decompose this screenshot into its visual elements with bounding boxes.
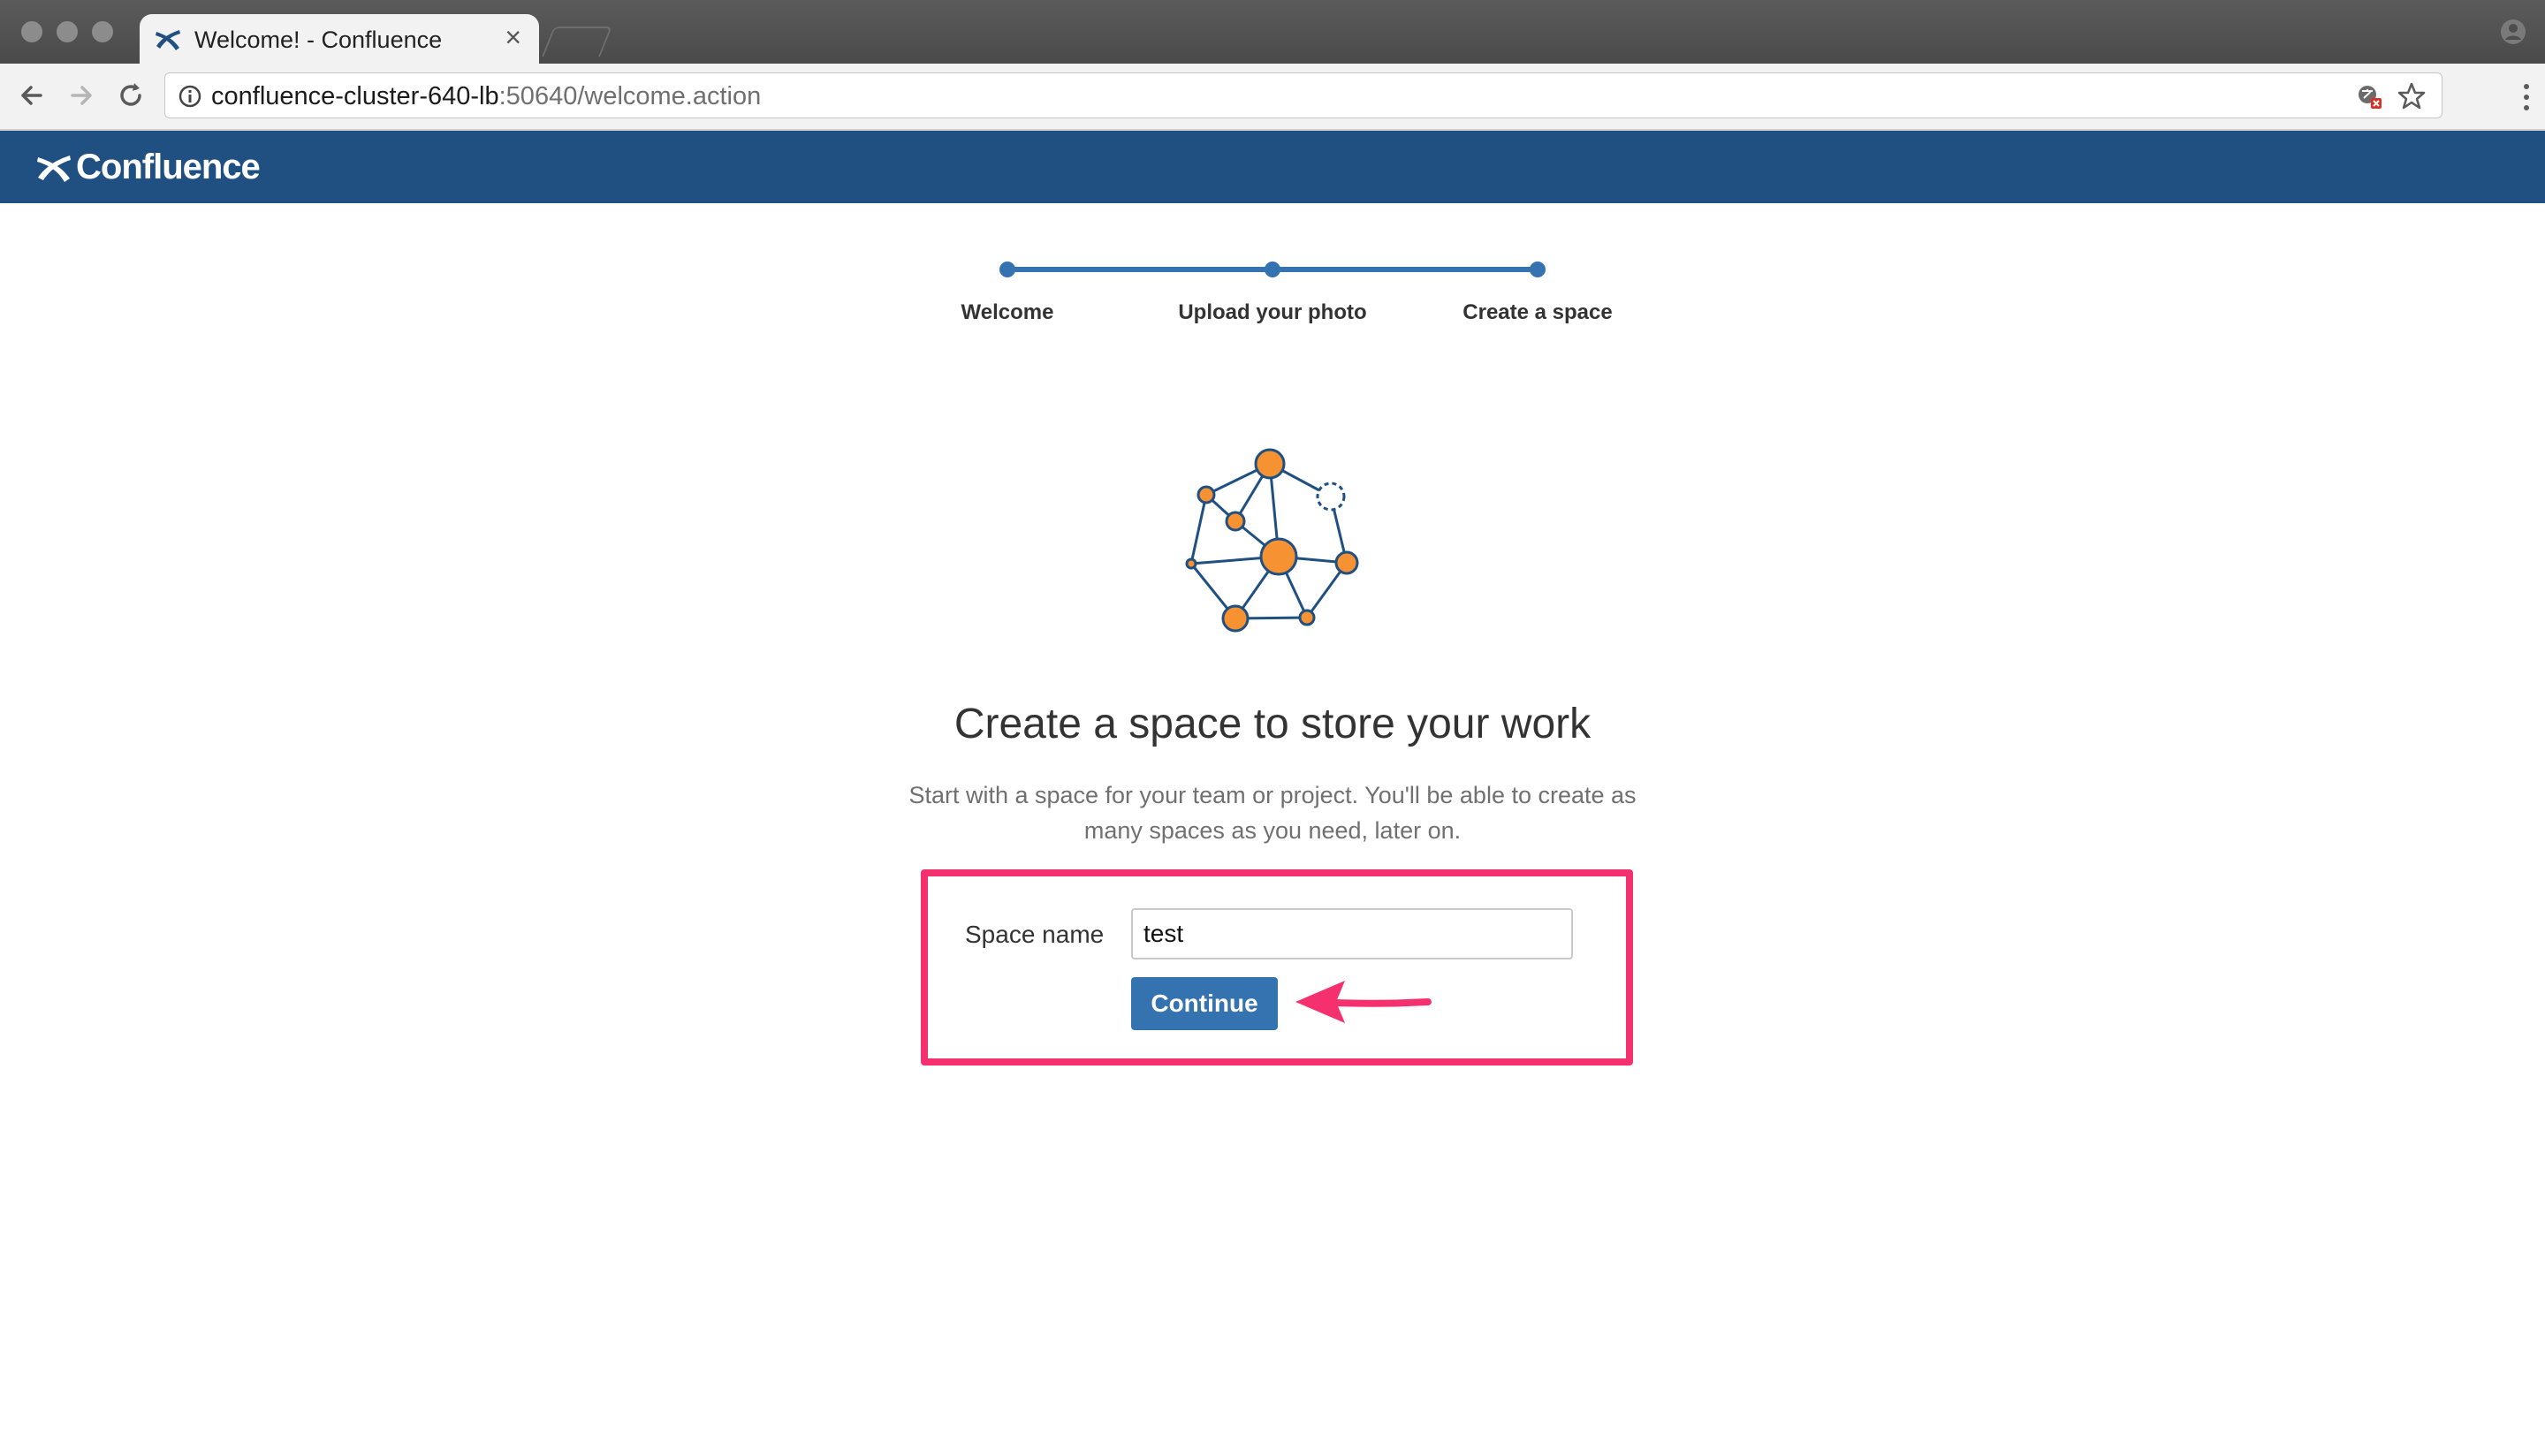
star-icon[interactable]	[2396, 80, 2427, 112]
step-label-upload-photo: Upload your photo	[1178, 300, 1367, 324]
progress-tracker: Welcome Upload your photo Create a space	[884, 249, 1661, 337]
address-bar[interactable]: confluence-cluster-640-lb:50640/welcome.…	[164, 72, 2442, 118]
back-arrow-icon[interactable]	[14, 78, 49, 113]
forward-arrow-icon[interactable]	[64, 78, 99, 113]
network-nodes-icon	[1185, 448, 1359, 633]
logo-text: Confluence	[76, 147, 261, 186]
browser-tab-active[interactable]: Welcome! - Confluence ×	[140, 14, 539, 65]
maximize-window-button[interactable]	[92, 21, 113, 42]
confluence-header: Confluence	[0, 131, 2545, 203]
profile-icon[interactable]	[2499, 18, 2527, 46]
progress-line	[999, 262, 1546, 277]
close-window-button[interactable]	[21, 21, 42, 42]
confluence-logo-icon	[37, 155, 71, 182]
continue-button[interactable]: Continue	[1131, 977, 1278, 1030]
new-tab-button[interactable]	[542, 27, 612, 57]
step-label-create-space: Create a space	[1462, 300, 1613, 324]
url-path: :50640/welcome.action	[498, 82, 762, 110]
tab-close-icon[interactable]: ×	[505, 23, 521, 51]
confluence-favicon-icon	[156, 30, 180, 50]
progress-dot-upload	[1265, 262, 1280, 277]
pink-arrow-icon	[1295, 981, 1432, 1023]
step-label-welcome: Welcome	[961, 300, 1054, 324]
reload-icon[interactable]	[113, 78, 148, 113]
translate-icon[interactable]	[2355, 82, 2383, 110]
progress-dot-welcome	[999, 262, 1015, 277]
browser-titlebar: Welcome! - Confluence ×	[0, 0, 2545, 65]
info-icon[interactable]	[178, 84, 202, 109]
page-subtext: Start with a space for your team or proj…	[908, 782, 1637, 844]
browser-toolbar: confluence-cluster-640-lb:50640/welcome.…	[0, 64, 2545, 131]
progress-dot-create	[1530, 262, 1546, 277]
confluence-logo[interactable]: Confluence	[35, 147, 261, 187]
tab-title: Welcome! - Confluence	[194, 27, 443, 53]
annotation-highlight-box	[921, 869, 1633, 1065]
url-text: confluence-cluster-640-lb:50640/welcome.…	[211, 82, 761, 111]
space-name-input[interactable]	[1131, 908, 1573, 959]
minimize-window-button[interactable]	[57, 21, 78, 42]
page-heading: Create a space to store your work	[953, 701, 1592, 747]
space-name-label: Space name	[965, 921, 1105, 948]
url-host: confluence-cluster-640-lb	[211, 82, 499, 110]
kebab-menu-icon[interactable]	[2520, 80, 2533, 115]
